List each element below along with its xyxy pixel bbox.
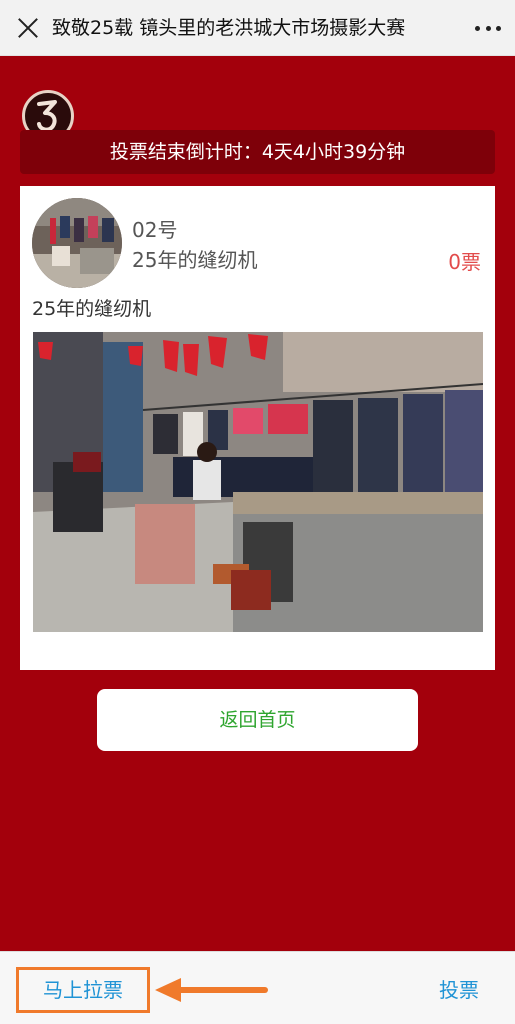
close-icon[interactable] [14,14,42,42]
entry-number: 02号 [132,218,178,242]
title-bar: 致敬25载 镜头里的老洪城大市场摄影大赛 [0,0,515,56]
entry-photo[interactable] [33,332,483,632]
vote-button[interactable]: 投票 [439,974,479,1003]
entry-description: 25年的缝纫机 [32,298,152,320]
canvass-button[interactable]: 马上拉票 [16,967,150,1013]
more-options-icon[interactable] [475,24,501,32]
main-content: 投票结束倒计时：4天4小时39分钟 02号 25年的缝纫机 0票 25年的缝纫机 [0,56,515,951]
bottom-bar: 马上拉票 投票 [0,951,515,1024]
page-title: 致敬25载 镜头里的老洪城大市场摄影大赛 [52,17,406,39]
entry-card: 02号 25年的缝纫机 0票 25年的缝纫机 [20,186,495,670]
vote-count: 0票 [448,250,481,274]
countdown-banner: 投票结束倒计时：4天4小时39分钟 [20,130,495,174]
entry-title: 25年的缝纫机 [132,248,258,272]
entry-avatar [32,198,122,288]
back-home-button[interactable]: 返回首页 [97,689,418,751]
arrow-left-icon [155,978,268,1002]
